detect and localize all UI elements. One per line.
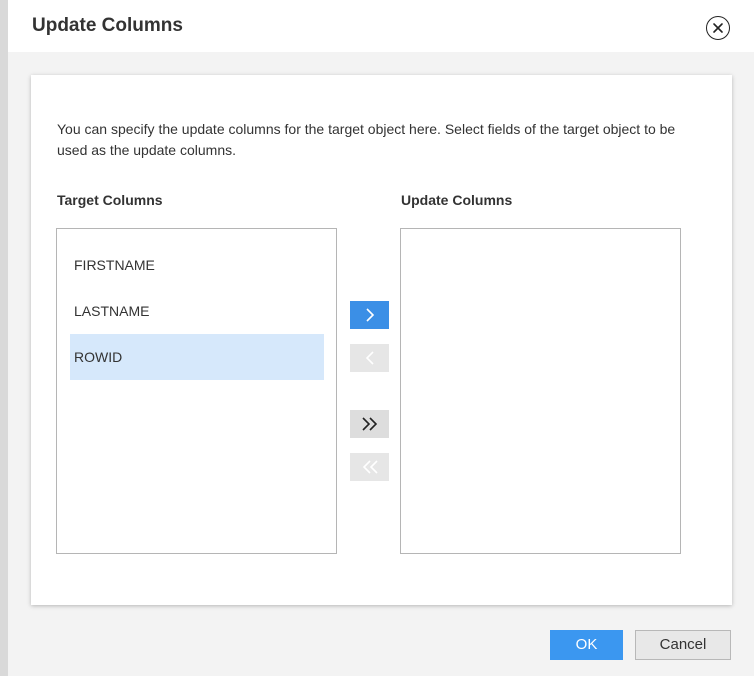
move-all-right-button[interactable]: [350, 410, 389, 438]
chevron-left-icon: [365, 351, 374, 365]
list-item-firstname[interactable]: FIRSTNAME: [70, 242, 324, 288]
target-columns-list[interactable]: FIRSTNAME LASTNAME ROWID: [56, 228, 337, 554]
close-icon: [713, 23, 723, 33]
close-button[interactable]: [706, 16, 730, 40]
dialog-description: You can specify the update columns for t…: [57, 121, 676, 158]
move-all-left-button[interactable]: [350, 453, 389, 481]
background-page: [0, 0, 8, 676]
double-chevron-left-icon: [362, 460, 378, 474]
ok-button[interactable]: OK: [550, 630, 623, 660]
dialog-body: You can specify the update columns for t…: [31, 75, 732, 605]
dialog-title: Update Columns: [32, 15, 183, 36]
double-chevron-right-icon: [361, 417, 377, 431]
update-columns-heading: Update Columns: [401, 192, 513, 208]
move-left-button[interactable]: [350, 344, 389, 372]
dialog-header: Update Columns: [8, 0, 754, 52]
update-columns-list[interactable]: [400, 228, 681, 554]
chevron-right-icon: [365, 308, 374, 322]
move-right-button[interactable]: [350, 301, 389, 329]
update-columns-dialog: Update Columns You can specify the updat…: [8, 0, 754, 676]
target-columns-heading: Target Columns: [57, 192, 163, 208]
list-item-rowid[interactable]: ROWID: [70, 334, 324, 380]
list-item-lastname[interactable]: LASTNAME: [70, 288, 324, 334]
cancel-button[interactable]: Cancel: [635, 630, 731, 660]
